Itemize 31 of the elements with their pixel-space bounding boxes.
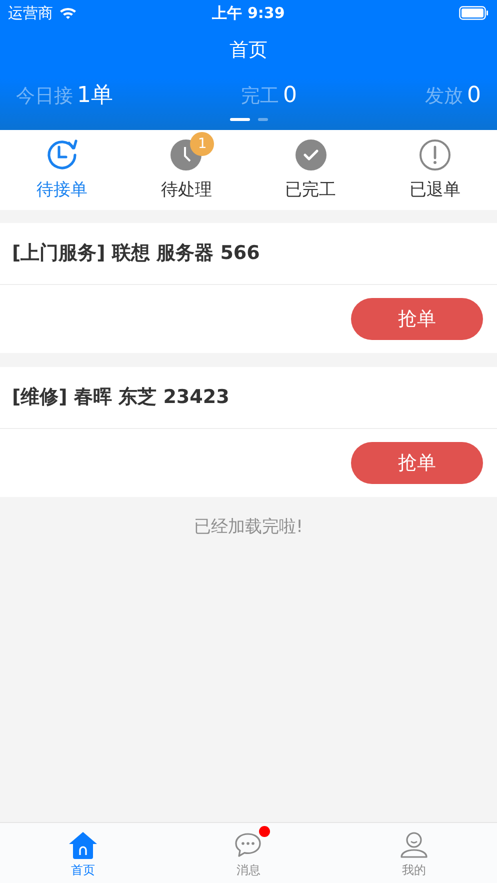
chat-bubble-icon [234,831,262,859]
wifi-icon [59,6,77,20]
person-icon [400,831,428,859]
battery-icon [459,6,489,20]
category-tab[interactable]: 已退单 [372,130,497,210]
home-icon [68,831,98,859]
stat-label: 完工 [241,84,279,109]
tab-bar-item[interactable]: 消息 [166,823,332,883]
stat-value: 0 [283,82,297,110]
page-title: 首页 [230,38,268,63]
carrier-name: 运营商 [8,2,53,24]
exclamation-circle-icon [418,139,451,171]
category-tab[interactable]: 1 待处理 [124,130,248,210]
stat-value: 1单 [77,82,113,110]
list-end-text: 已经加载完啦! [194,516,303,539]
clock-time: 上午 9:39 [212,2,285,24]
category-tab[interactable]: 待接单 [0,130,124,210]
page-indicator[interactable] [230,118,250,121]
grab-order-button[interactable]: 抢单 [351,298,483,340]
tab-bar-item[interactable]: 我的 [331,823,497,883]
tab-bar-item[interactable]: 首页 [0,823,166,883]
grab-order-button[interactable]: 抢单 [351,442,483,484]
stat-label: 发放 [425,84,463,109]
stat-value: 0 [467,82,481,110]
order-title: [维修] 春晖 东芝 23423 [12,385,230,410]
category-tab[interactable]: 已完工 [248,130,373,210]
clock-refresh-icon [45,138,80,172]
stat-label: 今日接 [16,84,73,109]
count-badge: 1 [190,132,214,156]
check-circle-icon [294,139,327,171]
order-title: [上门服务] 联想 服务器 566 [12,241,260,266]
